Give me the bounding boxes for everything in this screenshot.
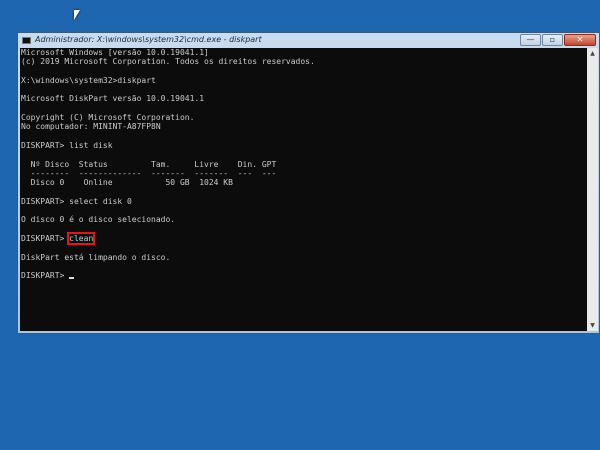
console-line: Disco 0 Online 50 GB 1024 KB (21, 178, 233, 188)
console-line: DISKPART> select disk 0 (21, 196, 132, 206)
window-title: Administrador: X:\windows\system32\cmd.e… (35, 35, 262, 44)
minimize-button[interactable]: — (520, 34, 541, 46)
console-line: X:\windows\system32>diskpart (21, 75, 156, 85)
cmd-window: Administrador: X:\windows\system32\cmd.e… (17, 32, 600, 334)
console-line: -------- ------------- ------- ------- -… (21, 168, 277, 178)
console-line: Microsoft DiskPart versão 10.0.19041.1 (21, 94, 205, 104)
cmd-app-icon (22, 37, 31, 44)
console-line: No computador: MININT-A87FP8N (21, 122, 161, 132)
scroll-down-icon[interactable]: ▼ (587, 322, 598, 329)
console-line: (c) 2019 Microsoft Corporation. Todos os… (21, 57, 315, 67)
console-line: DiskPart está limpando o disco. (21, 252, 171, 262)
maximize-icon: ▫ (549, 35, 556, 44)
vertical-scrollbar[interactable]: ▲ ▼ (587, 48, 598, 331)
minimize-icon: — (526, 35, 535, 44)
highlighted-clean-command: clean (67, 231, 96, 245)
title-bar[interactable]: Administrador: X:\windows\system32\cmd.e… (18, 33, 599, 48)
console-prompt: DISKPART> (21, 233, 70, 243)
text-caret (69, 277, 75, 280)
console-line: DISKPART> clean (20, 231, 587, 245)
close-button[interactable]: ✕ (564, 34, 596, 46)
console-line: O disco 0 é o disco selecionado. (21, 215, 176, 225)
console-output[interactable]: Microsoft Windows [versão 10.0.19041.1](… (20, 48, 587, 331)
scroll-up-icon[interactable]: ▲ (587, 50, 598, 57)
close-icon: ✕ (576, 35, 584, 44)
console-line: Microsoft Windows [versão 10.0.19041.1] (21, 48, 209, 57)
maximize-button[interactable]: ▫ (542, 34, 563, 46)
console-line: DISKPART> (20, 271, 587, 280)
console-line: Copyright (C) Microsoft Corporation. (21, 113, 195, 123)
console-line: DISKPART> list disk (21, 140, 113, 150)
console-prompt: DISKPART> (21, 271, 70, 281)
mouse-pointer-icon (74, 10, 80, 20)
console-line: Nº Disco Status Tam. Livre Din. GPT (21, 159, 277, 169)
